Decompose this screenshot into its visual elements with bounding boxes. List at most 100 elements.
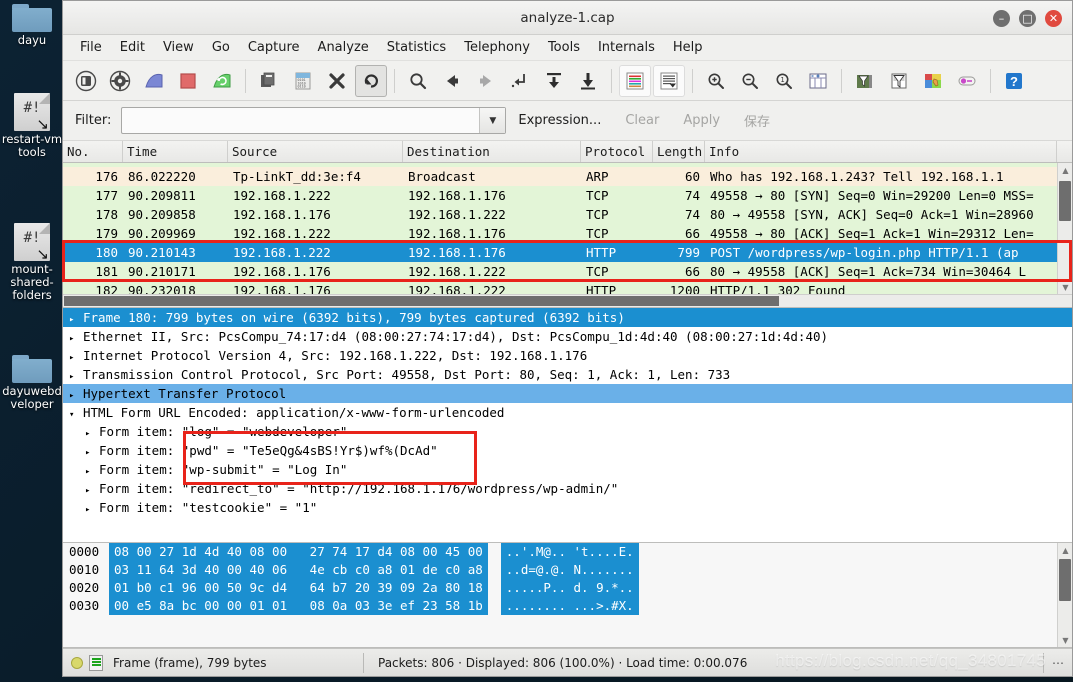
hex-row[interactable]: 0000 08 00 27 1d 4d 40 08 00 27 74 17 d4…	[63, 543, 1072, 561]
desktop-icon-mount-shared-folders[interactable]: #! ↘ mount- shared- folders	[0, 223, 64, 302]
cell-info: 80 → 49558 [SYN, ACK] Seq=0 Ack=1 Win=28…	[710, 207, 1034, 222]
close-button[interactable]: ✕	[1045, 9, 1062, 27]
column-header-source[interactable]: Source	[228, 141, 403, 162]
detail-row-form-item-pwd[interactable]: ▸ Form item: "pwd" = "Te5eQg&4sBS!Yr$)wf%…	[63, 441, 1072, 460]
reload-icon[interactable]	[355, 64, 387, 97]
scroll-up-arrow-icon[interactable]: ▲	[1058, 543, 1072, 557]
display-filters-icon[interactable]	[883, 65, 915, 97]
colorize-icon[interactable]	[619, 64, 651, 97]
hex-offset: 0020	[69, 580, 100, 595]
detail-row-ethernet[interactable]: ▸ Ethernet II, Src: PcsCompu_74:17:d4 (08…	[63, 327, 1072, 346]
go-to-first-icon[interactable]	[538, 65, 570, 97]
menu-view[interactable]: View	[154, 37, 203, 58]
hex-ascii: ..'.M@.. 't....E.	[500, 543, 639, 561]
column-header-destination[interactable]: Destination	[403, 141, 581, 162]
zoom-out-icon[interactable]	[734, 65, 766, 97]
capture-filters-icon[interactable]	[849, 65, 881, 97]
filter-dropdown-button[interactable]: ▼	[479, 108, 506, 133]
apply-filter-button[interactable]: Apply	[671, 109, 732, 132]
scroll-down-arrow-icon[interactable]: ▼	[1058, 633, 1072, 647]
column-header-info[interactable]: Info	[705, 141, 1057, 162]
zoom-reset-icon[interactable]: 1	[768, 65, 800, 97]
column-header-protocol[interactable]: Protocol	[581, 141, 653, 162]
start-capture-icon[interactable]	[138, 65, 170, 97]
resize-columns-icon[interactable]	[802, 65, 834, 97]
zoom-in-icon[interactable]	[700, 65, 732, 97]
menu-tools[interactable]: Tools	[539, 37, 589, 58]
menu-statistics[interactable]: Statistics	[378, 37, 455, 58]
find-packet-icon[interactable]	[402, 65, 434, 97]
column-header-time[interactable]: Time	[123, 141, 228, 162]
table-row[interactable]: 181 90.210171 192.168.1.176 192.168.1.22…	[63, 262, 1072, 281]
menu-telephony[interactable]: Telephony	[455, 37, 539, 58]
menu-internals[interactable]: Internals	[589, 37, 664, 58]
menu-help[interactable]: Help	[664, 37, 712, 58]
detail-row-form-item-testcookie[interactable]: ▸ Form item: "testcookie" = "1"	[63, 498, 1072, 517]
hex-row[interactable]: 0020 01 b0 c1 96 00 50 9c d4 64 b7 20 39…	[63, 579, 1072, 597]
detail-row-html-form[interactable]: ▾ HTML Form URL Encoded: application/x-ww…	[63, 403, 1072, 422]
toolbar-separator	[841, 68, 842, 93]
save-file-icon[interactable]: 0101 1010 0110	[287, 65, 319, 97]
filter-input[interactable]	[122, 108, 480, 133]
menu-capture[interactable]: Capture	[239, 37, 309, 58]
interfaces-icon[interactable]	[70, 65, 102, 97]
table-row[interactable]: 178 90.209858 192.168.1.176 192.168.1.22…	[63, 205, 1072, 224]
open-file-icon[interactable]	[253, 65, 285, 97]
hex-row[interactable]: 0030 00 e5 8a bc 00 00 01 01 08 0a 03 3e…	[63, 597, 1072, 615]
detail-row-form-item-redirect-to[interactable]: ▸ Form item: "redirect_to" = "http://192.…	[63, 479, 1072, 498]
collapse-triangle-icon[interactable]: ▾	[69, 406, 83, 425]
capture-options-icon[interactable]	[104, 65, 136, 97]
minimize-button[interactable]: –	[993, 9, 1010, 27]
scrollbar-thumb[interactable]	[1059, 559, 1071, 601]
scroll-up-arrow-icon[interactable]: ▲	[1058, 163, 1072, 177]
detail-row-ipv4[interactable]: ▸ Internet Protocol Version 4, Src: 192.1…	[63, 346, 1072, 365]
coloring-rules-icon[interactable]	[917, 65, 949, 97]
scrollbar-thumb[interactable]	[1059, 181, 1071, 221]
go-to-packet-icon[interactable]	[504, 65, 536, 97]
maximize-button[interactable]: □	[1019, 9, 1036, 27]
table-row[interactable]: 177 90.209811 192.168.1.222 192.168.1.17…	[63, 186, 1072, 205]
menu-file[interactable]: File	[71, 37, 111, 58]
desktop-icon-label: dayu	[17, 33, 47, 47]
go-back-icon[interactable]	[436, 65, 468, 97]
restart-capture-icon[interactable]	[206, 65, 238, 97]
scrollbar-thumb[interactable]	[64, 296, 779, 306]
table-row-selected[interactable]: 180 90.210143 192.168.1.222 192.168.1.17…	[63, 243, 1072, 262]
detail-row-tcp[interactable]: ▸ Transmission Control Protocol, Src Port…	[63, 365, 1072, 384]
column-header-length[interactable]: Length	[653, 141, 705, 162]
preferences-icon[interactable]	[951, 65, 983, 97]
hex-pane-vertical-scrollbar[interactable]: ▲ ▼	[1057, 543, 1072, 647]
clear-filter-button[interactable]: Clear	[613, 109, 671, 132]
statusbar-profile[interactable]: ⋯	[1044, 656, 1072, 670]
detail-row-form-item-wp-submit[interactable]: ▸ Form item: "wp-submit" = "Log In"	[63, 460, 1072, 479]
help-icon[interactable]: ?	[998, 65, 1030, 97]
detail-row-form-item-log[interactable]: ▸ Form item: "log" = "webdeveloper"	[63, 422, 1072, 441]
detail-row-http[interactable]: ▸ Hypertext Transfer Protocol	[63, 384, 1072, 403]
capture-file-properties-icon[interactable]	[89, 654, 103, 671]
table-row[interactable]: 182 90.232018 192.168.1.176 192.168.1.22…	[63, 281, 1072, 294]
packet-list-vertical-scrollbar[interactable]: ▲ ▼	[1057, 163, 1072, 294]
close-file-icon[interactable]	[321, 65, 353, 97]
go-to-last-icon[interactable]	[572, 65, 604, 97]
expression-button[interactable]: Expression...	[506, 109, 613, 132]
menu-analyze[interactable]: Analyze	[309, 37, 378, 58]
column-header-no[interactable]: No.	[63, 141, 123, 162]
detail-row-frame[interactable]: ▸ Frame 180: 799 bytes on wire (6392 bits…	[63, 308, 1072, 327]
save-filter-button[interactable]: 保存	[732, 107, 782, 134]
go-forward-icon[interactable]	[470, 65, 502, 97]
desktop-icon-restart-vmtools[interactable]: #! ↘ restart-vm tools	[0, 93, 64, 159]
expand-triangle-icon[interactable]: ▸	[85, 501, 99, 520]
table-row[interactable]: 179 90.209969 192.168.1.222 192.168.1.17…	[63, 224, 1072, 243]
menu-edit[interactable]: Edit	[111, 37, 154, 58]
hex-row[interactable]: 0010 03 11 64 3d 40 00 40 06 4e cb c0 a8…	[63, 561, 1072, 579]
stop-capture-icon[interactable]	[172, 65, 204, 97]
packet-list-horizontal-scrollbar[interactable]	[63, 294, 1072, 307]
autoscroll-icon[interactable]	[653, 64, 685, 97]
expert-info-icon[interactable]	[71, 656, 83, 669]
desktop-icon-dayu[interactable]: dayu	[0, 2, 64, 47]
menu-go[interactable]: Go	[203, 37, 239, 58]
detail-row-label: Ethernet II, Src: PcsCompu_74:17:d4 (08:…	[83, 329, 829, 344]
table-row[interactable]: 176 86.022220 Tp-LinkT_dd:3e:f4 Broadcas…	[63, 167, 1072, 186]
desktop-icon-dayuwebdeveloper[interactable]: dayuwebd veloper	[0, 353, 64, 411]
scroll-down-arrow-icon[interactable]: ▼	[1058, 280, 1072, 294]
